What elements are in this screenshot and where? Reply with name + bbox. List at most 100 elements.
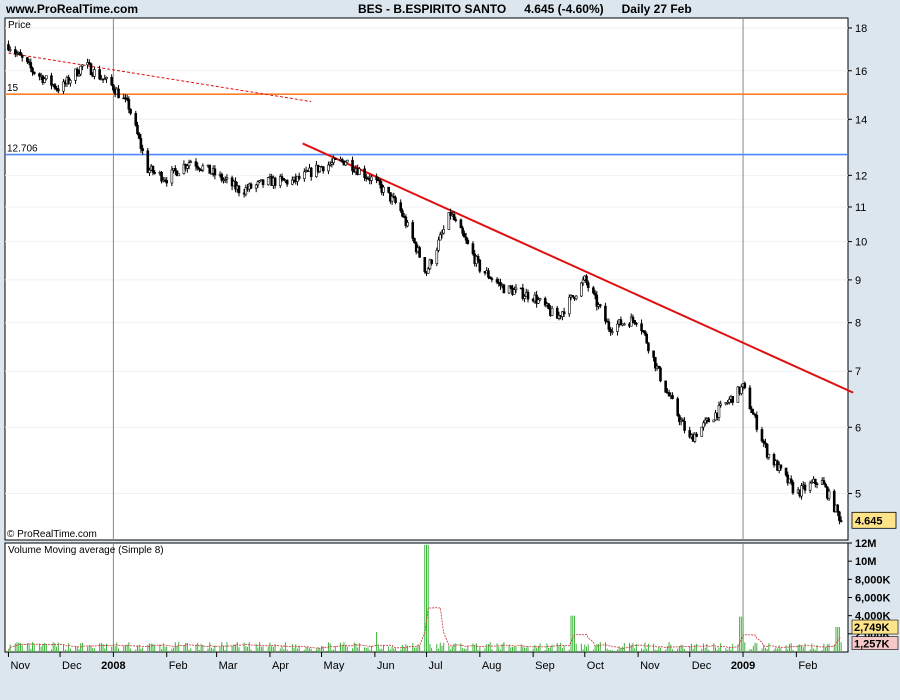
price-candle-body <box>50 75 53 86</box>
price-tick-label: 9 <box>855 275 861 287</box>
time-tick-label: Feb <box>798 660 817 672</box>
price-candle-body <box>495 279 499 283</box>
price-candle-body <box>580 282 583 297</box>
price-candle-body <box>695 433 698 437</box>
price-candle-body <box>137 133 141 139</box>
price-candle-body <box>437 239 440 251</box>
price-candle-body <box>351 159 354 172</box>
price-candle-body <box>382 186 385 193</box>
price-candle-body <box>659 367 662 382</box>
time-tick-label: Mar <box>219 660 238 672</box>
price-candle-body <box>139 138 143 149</box>
price-candle-body <box>423 257 427 272</box>
price-candle-body <box>151 165 155 173</box>
price-candle-body <box>459 219 463 229</box>
last-volume-ma-label: 1,257K <box>854 639 890 651</box>
price-candle-body <box>189 161 193 163</box>
price-panel[interactable]: 15 12.706 Price © ProRealTime.com 5 6 7 8 9 10… <box>4 17 897 541</box>
price-candle-body <box>208 164 212 174</box>
price-candle-body <box>760 429 764 442</box>
price-candle-body <box>593 292 597 296</box>
price-candle-body <box>514 287 518 290</box>
price-candle-body <box>378 179 382 185</box>
time-tick-label: Aug <box>482 660 502 672</box>
price-candle-body <box>358 168 361 175</box>
price-candle-body <box>616 323 619 332</box>
price-candle-body <box>581 279 585 284</box>
price-candle-body <box>134 113 138 126</box>
price-candle-body <box>127 99 131 110</box>
price-candle-body <box>26 57 29 63</box>
price-candle-body <box>789 478 793 483</box>
price-candle-body <box>808 482 812 491</box>
price-candle-body <box>174 167 177 172</box>
price-candle-body <box>719 403 722 406</box>
price-candle-body <box>256 181 260 186</box>
price-candle-body <box>297 175 301 179</box>
price-tick-label: 14 <box>855 114 867 126</box>
price-candle-body <box>411 222 415 239</box>
time-tick-label: May <box>324 660 345 672</box>
price-candle-body <box>430 259 433 264</box>
price-candle-body <box>165 180 169 184</box>
stock-chart[interactable]: 15 12.706 Price © ProRealTime.com 5 6 7 8 9 10… <box>0 0 900 700</box>
price-candle-body <box>136 124 139 135</box>
price-candle-body <box>201 165 205 171</box>
time-tick-label: Feb <box>169 660 188 672</box>
price-candle-body <box>153 172 156 174</box>
time-tick-label: Jun <box>377 660 395 672</box>
price-candle-body <box>146 150 150 173</box>
last-price-marker: 4.645 <box>851 511 897 529</box>
price-candle-body <box>454 219 458 221</box>
price-candle-body <box>700 426 704 437</box>
price-candle-body <box>676 398 679 416</box>
time-tick-label: 2008 <box>101 660 125 672</box>
price-candle-body <box>186 165 189 169</box>
price-candle-body <box>57 88 60 92</box>
price-candle-body <box>334 158 337 161</box>
price-candle-body <box>249 183 253 189</box>
price-candle-body <box>20 55 24 58</box>
price-candle-body <box>406 222 409 227</box>
price-candle-body <box>490 278 494 280</box>
price-candle-body <box>418 247 421 258</box>
time-tick-label: Nov <box>10 660 30 672</box>
time-tick-label: Nov <box>640 660 660 672</box>
price-candle-body <box>187 162 191 167</box>
price-candle-body <box>740 386 743 394</box>
price-candle-body <box>562 311 566 315</box>
time-x-axis: Nov Dec 2008 Feb Mar Apr May Jun Jul Aug Sep Oct Nov… <box>7 652 817 672</box>
price-tick-label: 5 <box>855 489 861 501</box>
price-candle-body <box>464 236 468 241</box>
price-candle-body <box>177 173 181 177</box>
price-candle-body <box>683 421 686 431</box>
price-candle-body <box>645 333 649 344</box>
price-candle-body <box>399 202 402 211</box>
price-candle-body <box>303 171 306 179</box>
price-candle-body <box>623 323 626 326</box>
price-candle-body <box>523 296 526 299</box>
time-tick-label: Oct <box>587 660 604 672</box>
price-candle-body <box>791 482 795 494</box>
price-candle-body <box>567 296 571 315</box>
price-candle-body <box>471 243 475 255</box>
price-candle-body <box>727 399 731 403</box>
price-candle-body <box>291 179 294 185</box>
price-candle-body <box>442 229 446 234</box>
volume-tick-label: 6,000K <box>855 593 891 605</box>
price-tick-label: 6 <box>855 422 861 434</box>
price-candle-body <box>461 227 464 234</box>
price-candle-body <box>585 275 588 284</box>
price-candle-body <box>537 299 540 304</box>
price-candle-body <box>586 282 590 288</box>
last-price-label: 4.645 <box>855 515 883 527</box>
price-candle-body <box>194 161 198 167</box>
price-candle-body <box>438 234 442 241</box>
price-candle-body <box>254 184 258 189</box>
price-candle-body <box>604 305 607 322</box>
price-candle-body <box>779 464 783 469</box>
volume-panel[interactable]: Volume Moving average (Simple 8) 12M 10M 8… <box>4 538 899 653</box>
price-candle-body <box>703 419 707 424</box>
price-candle-body <box>607 321 611 330</box>
price-plot-area[interactable] <box>4 17 849 541</box>
